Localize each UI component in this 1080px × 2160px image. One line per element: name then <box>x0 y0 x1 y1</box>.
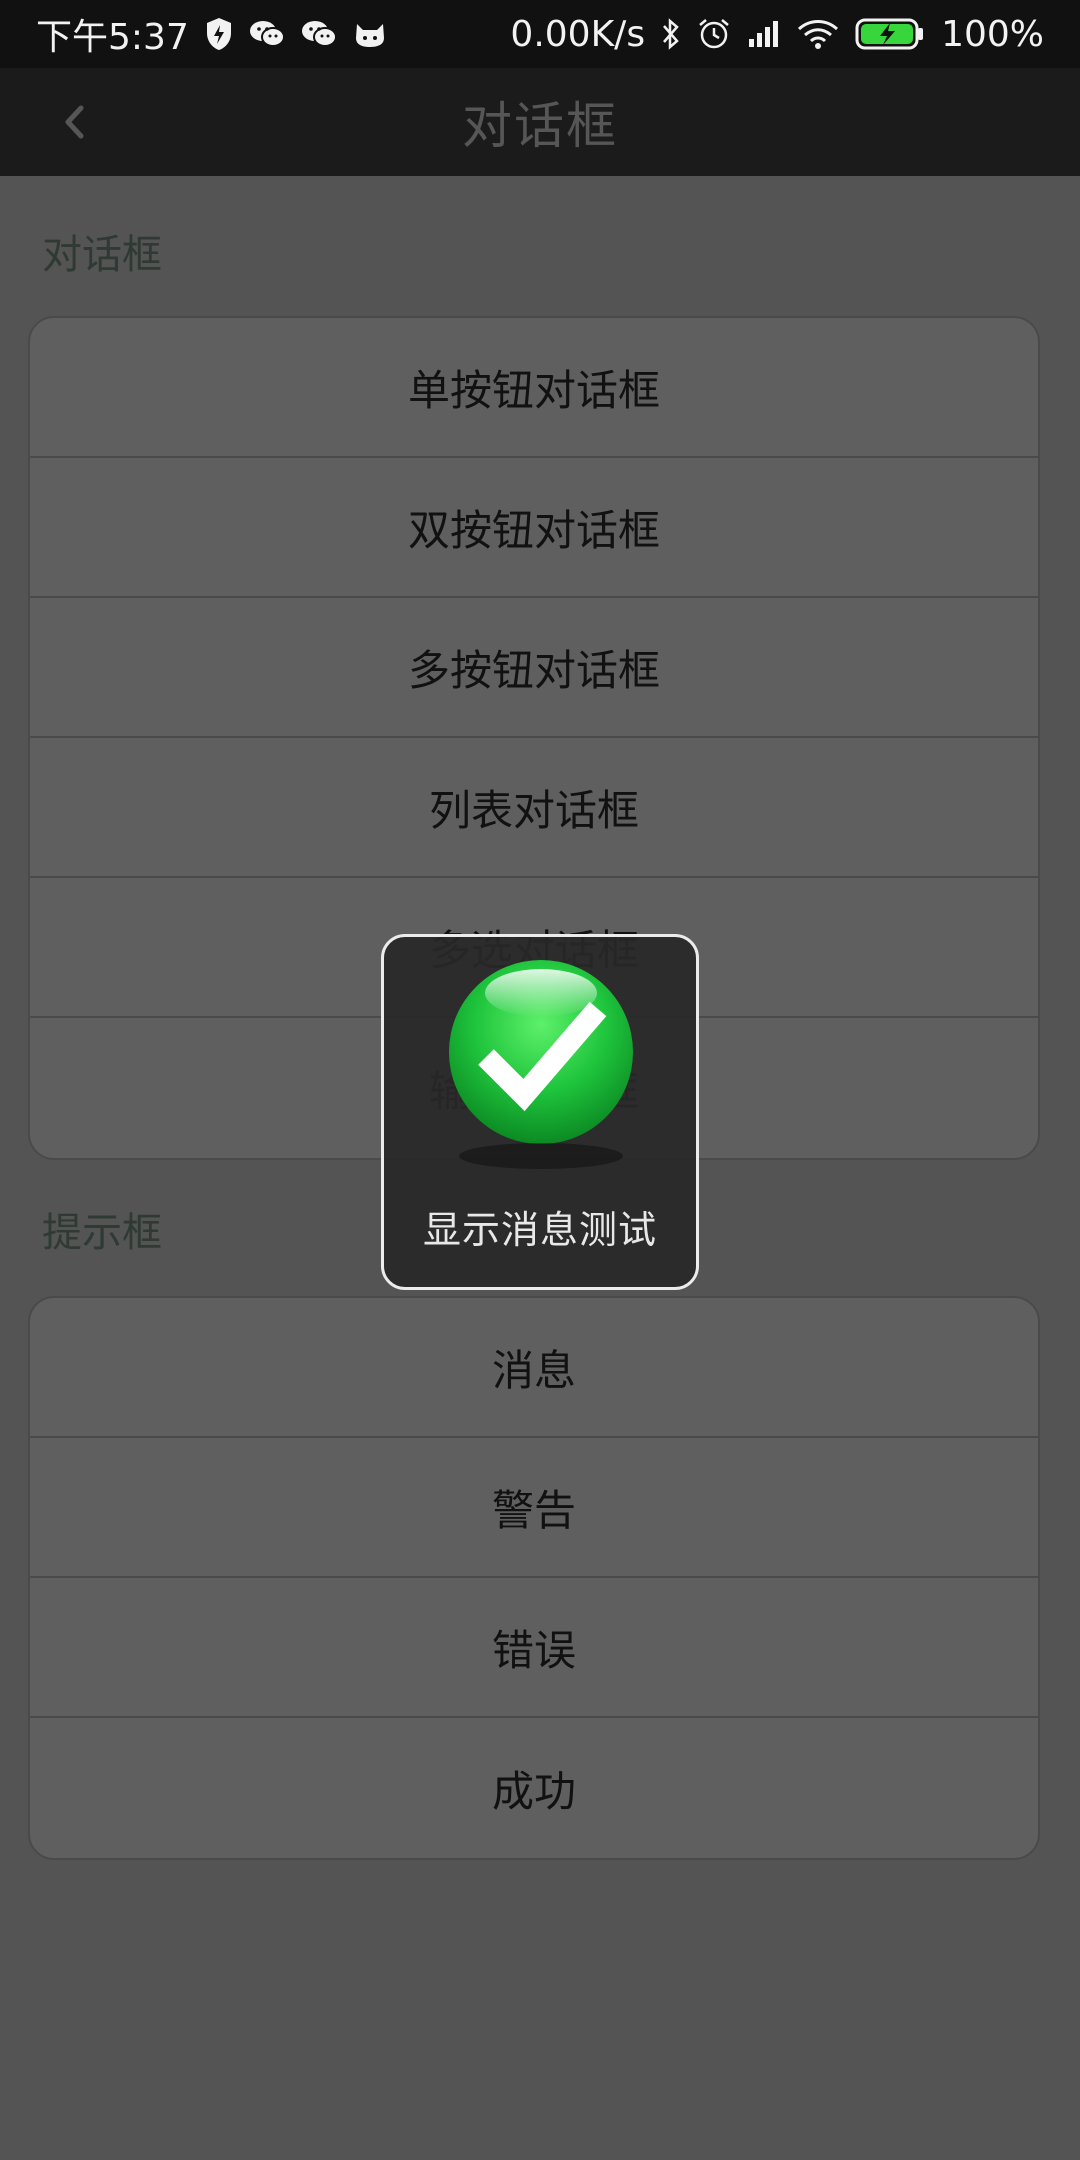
tip-list: 消息 警告 错误 成功 <box>28 1296 1040 1860</box>
list-item[interactable]: 成功 <box>30 1718 1038 1858</box>
status-time: 下午5:37 <box>36 17 189 58</box>
wechat-icon <box>301 19 337 49</box>
list-item[interactable]: 单按钮对话框 <box>30 318 1038 458</box>
alarm-icon <box>697 17 731 51</box>
success-toast: 显示消息测试 <box>381 934 699 1290</box>
section-title-dialogs: 对话框 <box>42 232 162 278</box>
icon-shadow <box>459 1143 623 1169</box>
status-bar: 下午5:37 0.00K/s 100% <box>0 0 1080 68</box>
shield-icon <box>205 17 233 51</box>
toast-message: 显示消息测试 <box>422 1208 657 1252</box>
cat-icon <box>353 20 387 48</box>
list-item[interactable]: 消息 <box>30 1298 1038 1438</box>
list-item[interactable]: 多按钮对话框 <box>30 598 1038 738</box>
wifi-icon <box>797 19 839 49</box>
list-item[interactable]: 双按钮对话框 <box>30 458 1038 598</box>
battery-percent: 100% <box>941 13 1044 55</box>
chevron-left-icon <box>65 105 84 139</box>
bluetooth-icon <box>661 17 681 51</box>
page-title: 对话框 <box>462 97 618 155</box>
signal-icon <box>747 19 781 49</box>
list-item[interactable]: 列表对话框 <box>30 738 1038 878</box>
battery-charging-icon <box>855 18 925 50</box>
wechat-icon <box>249 19 285 49</box>
checkmark-success-icon <box>449 960 633 1144</box>
section-title-tips: 提示框 <box>42 1210 162 1256</box>
nav-bar: 对话框 <box>0 68 1080 176</box>
network-speed: 0.00K/s <box>510 13 646 55</box>
list-item[interactable]: 错误 <box>30 1578 1038 1718</box>
back-button[interactable] <box>40 88 108 156</box>
list-item[interactable]: 警告 <box>30 1438 1038 1578</box>
